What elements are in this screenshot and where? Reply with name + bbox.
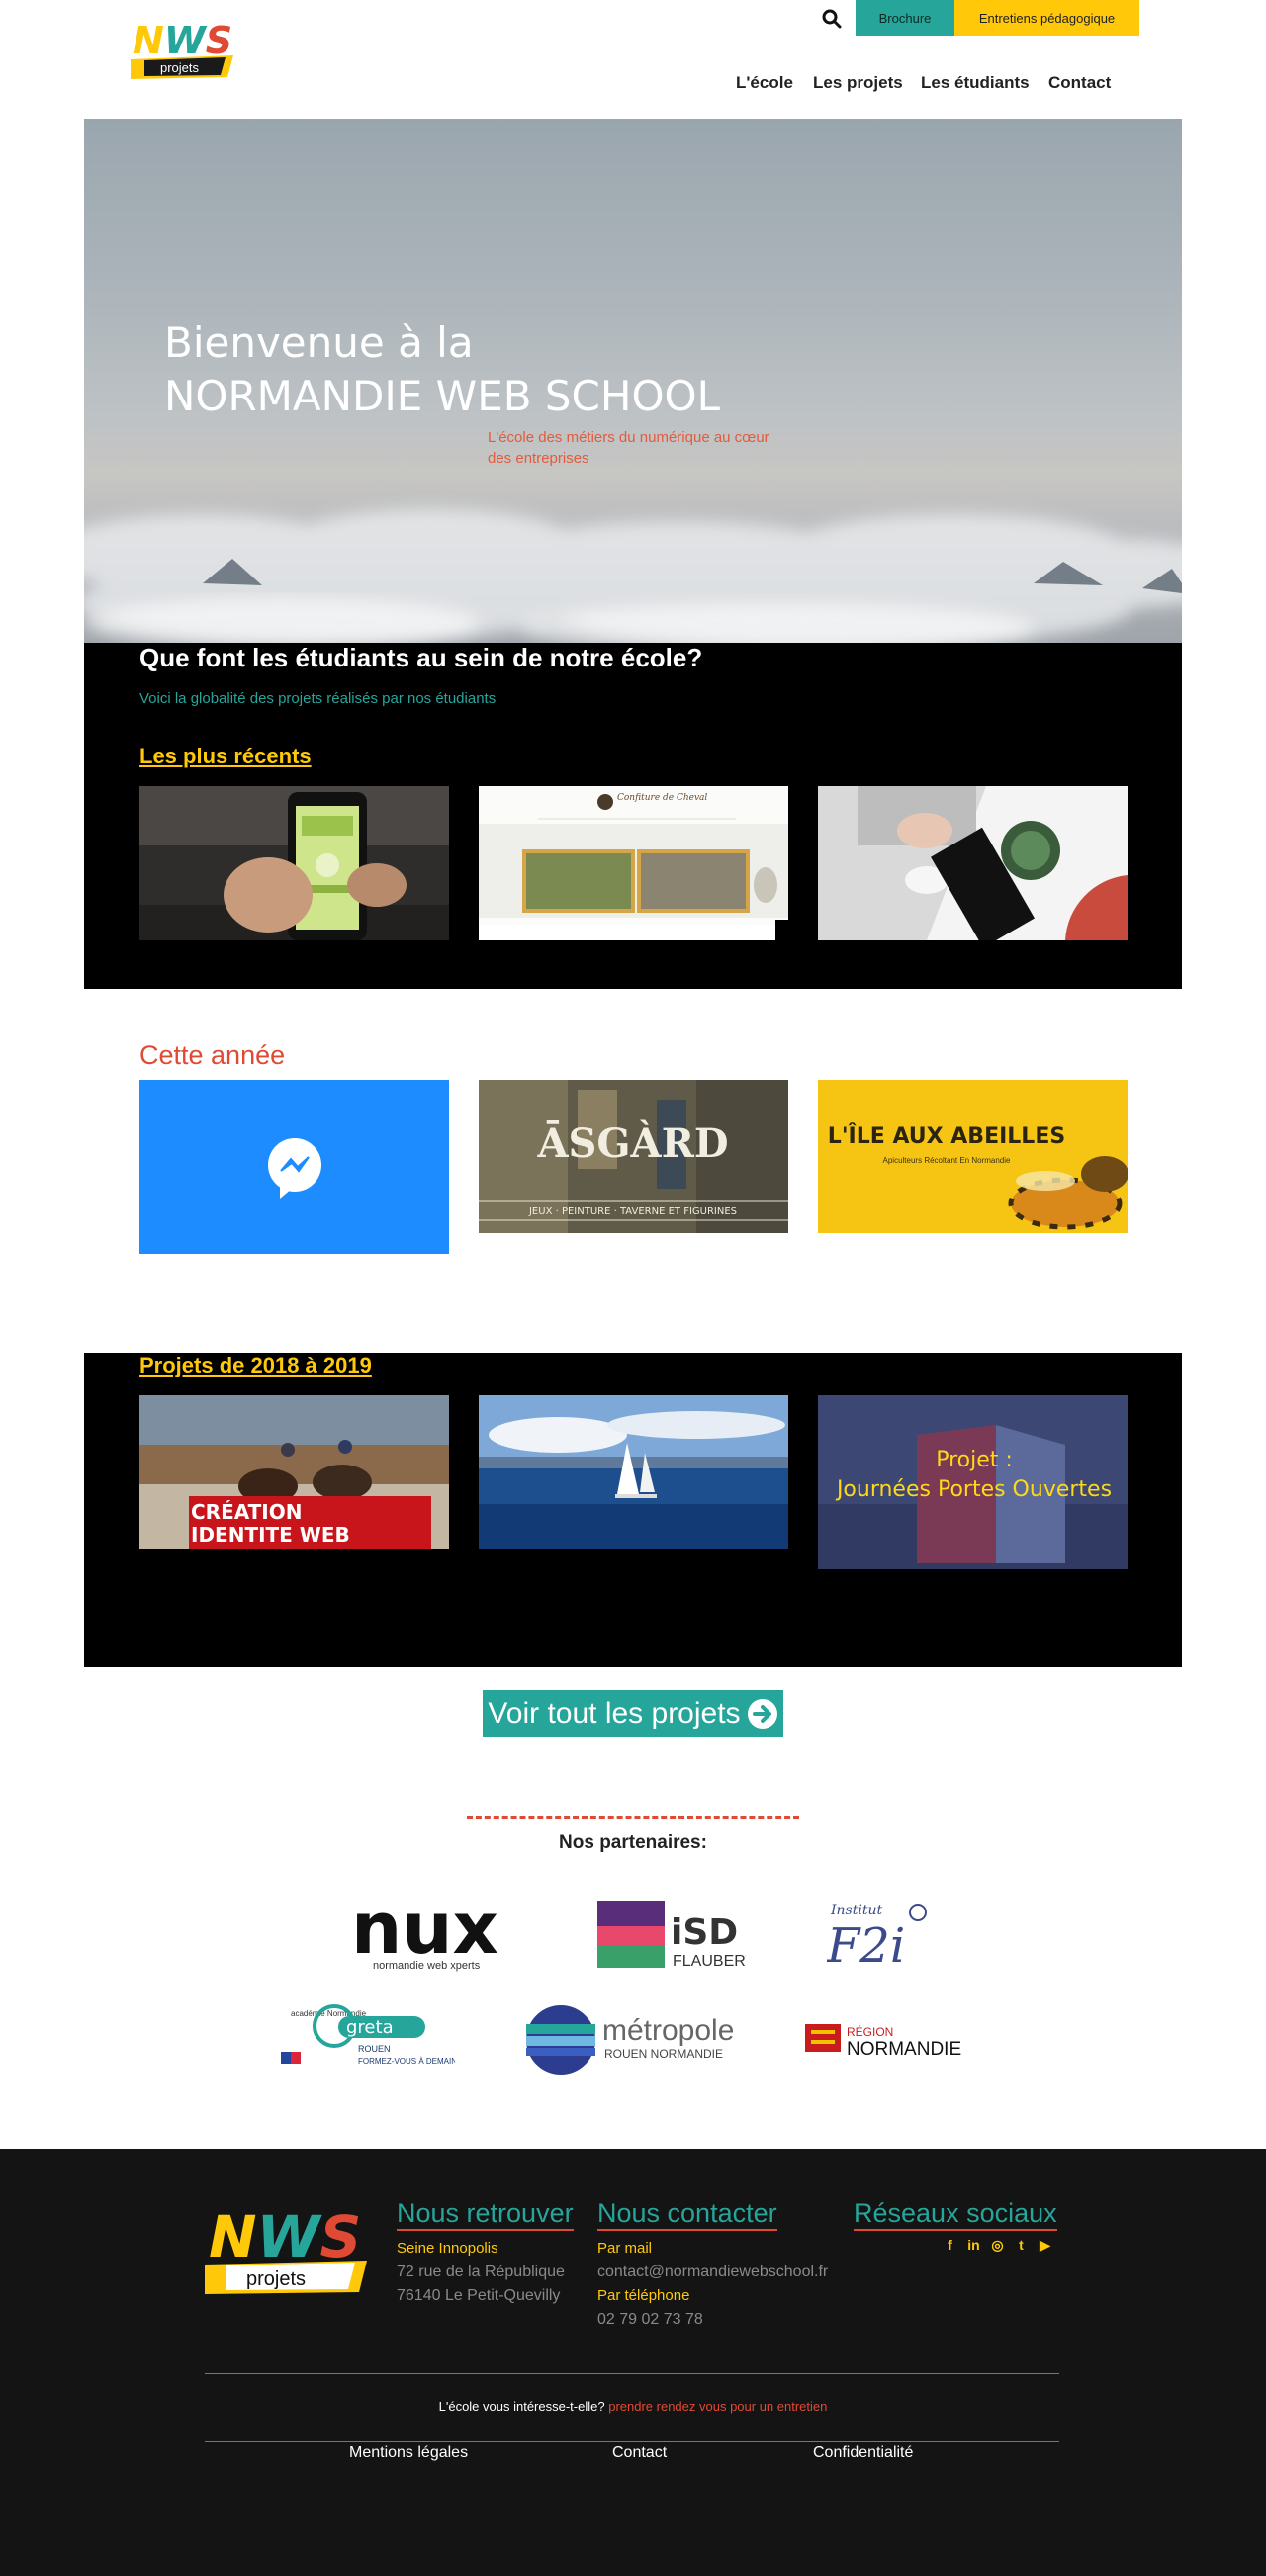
project-card-mobile-app[interactable] (139, 786, 449, 940)
this-year-title: Cette année (139, 1040, 286, 1070)
svg-text:NWS: NWS (133, 19, 232, 62)
dashed-divider (467, 1816, 799, 1819)
footer-phone-link[interactable]: 02 79 02 73 78 (597, 2311, 703, 2329)
isd-flaubert-logo[interactable]: iSD FLAUBERT (597, 1901, 746, 1972)
sailboat-photo (479, 1395, 788, 1549)
laptop-photo (818, 786, 1128, 940)
svg-text:normandie web xperts: normandie web xperts (373, 1960, 481, 1972)
search-icon[interactable] (821, 8, 843, 30)
svg-text:FLAUBERT: FLAUBERT (673, 1953, 746, 1970)
footer-address-2: 76140 Le Petit-Quevilly (397, 2287, 561, 2304)
svg-text:NORMANDIE: NORMANDIE (847, 2039, 961, 2060)
nux-logo[interactable]: nux normandie web xperts (351, 1896, 529, 1973)
all-projects-button[interactable]: Voir tout les projets (483, 1690, 783, 1737)
project-card-laptop[interactable] (818, 786, 1128, 940)
social-links: f in ◎ t ▶ (943, 2237, 1052, 2254)
svg-text:ĀSGÀRD: ĀSGÀRD (536, 1120, 728, 1167)
recent-title[interactable]: Les plus récents (139, 744, 312, 769)
footer-link-privacy[interactable]: Confidentialité (813, 2444, 913, 2462)
horse-photo: CRÉATION IDENTITE WEB (139, 1395, 449, 1549)
nav-projets[interactable]: Les projets (813, 73, 903, 93)
website-screenshot: Confiture de Cheval (479, 786, 788, 940)
project-card-confiture[interactable]: Confiture de Cheval (479, 786, 788, 940)
nav-etudiants[interactable]: Les étudiants (921, 73, 1030, 93)
footer-logo[interactable]: NWS projets (205, 2195, 377, 2294)
region-normandie-logo[interactable]: RÉGION NORMANDIE (805, 2020, 975, 2060)
project-card-messenger[interactable] (139, 1080, 449, 1254)
abeilles-banner: L'ÎLE AUX ABEILLES Apiculteurs Récoltant… (818, 1080, 1128, 1233)
svg-text:Journées Portes Ouvertes: Journées Portes Ouvertes (835, 1477, 1112, 1502)
hero-title: Bienvenue à la NORMANDIE WEB SCHOOL (164, 318, 720, 420)
nav-contact[interactable]: Contact (1048, 73, 1111, 93)
footer-divider-top (205, 2373, 1059, 2374)
svg-text:JEUX · PEINTURE · TAVERNE ET F: JEUX · PEINTURE · TAVERNE ET FIGURINES (528, 1206, 737, 1217)
site-header: NWS projets Brochure Entretiens pédagogi… (0, 0, 1266, 119)
partners-title: Nos partenaires: (559, 1832, 707, 1853)
archive-title[interactable]: Projets de 2018 à 2019 (139, 1353, 372, 1378)
footer-link-mentions[interactable]: Mentions légales (349, 2444, 468, 2462)
svg-text:projets: projets (246, 2268, 306, 2290)
project-card-abeilles[interactable]: L'ÎLE AUX ABEILLES Apiculteurs Récoltant… (818, 1080, 1128, 1233)
appointment-link[interactable]: prendre rendez vous pour un entretien (608, 2399, 827, 2414)
facebook-icon[interactable]: f (943, 2237, 957, 2253)
project-card-sailboat[interactable] (479, 1395, 788, 1549)
nws-logo[interactable]: NWS projets (131, 14, 241, 79)
project-card-asgard[interactable]: ĀSGÀRD JEUX · PEINTURE · TAVERNE ET FIGU… (479, 1080, 788, 1233)
arrow-right-icon (747, 1699, 777, 1729)
messenger-icon (139, 1080, 449, 1254)
svg-text:F2i: F2i (827, 1918, 905, 1970)
f2i-logo[interactable]: Institut F2i (827, 1901, 931, 1970)
project-card-jpo[interactable]: Projet : Journées Portes Ouvertes (818, 1395, 1128, 1569)
asgard-banner: ĀSGÀRD JEUX · PEINTURE · TAVERNE ET FIGU… (479, 1080, 788, 1233)
metropole-logo[interactable]: métropole ROUEN NORMANDIE (525, 2002, 733, 2077)
footer-link-contact[interactable]: Contact (612, 2444, 667, 2462)
svg-text:Confiture de Cheval: Confiture de Cheval (617, 793, 707, 803)
footer-find-name: Seine Innopolis (397, 2240, 498, 2257)
svg-text:métropole: métropole (602, 2014, 733, 2047)
twitter-icon[interactable]: t (1014, 2237, 1029, 2253)
footer-social-title: Réseaux sociaux (854, 2197, 1057, 2231)
hero-subtitle: L'école des métiers du numérique au cœur… (488, 429, 769, 467)
svg-text:Institut: Institut (830, 1903, 882, 1918)
svg-text:IDENTITE WEB: IDENTITE WEB (191, 1523, 350, 1547)
linkedin-icon[interactable]: in (966, 2237, 981, 2253)
svg-text:Projet :: Projet : (936, 1448, 1013, 1472)
main-nav: L'école Les projets Les étudiants Contac… (0, 73, 1266, 99)
entretiens-button[interactable]: Entretiens pédagogique (954, 0, 1139, 36)
phone-photo (139, 786, 449, 940)
hero-banner: Bienvenue à la NORMANDIE WEB SCHOOL L'éc… (84, 119, 1182, 643)
svg-text:NWS: NWS (209, 2203, 361, 2270)
footer-contact-title: Nous contacter (597, 2197, 777, 2231)
svg-text:RÉGION: RÉGION (847, 2024, 893, 2039)
footer-interest: L'école vous intéresse-t-elle? prendre r… (438, 2399, 828, 2414)
svg-text:CRÉATION: CRÉATION (191, 1500, 303, 1524)
footer-find-title: Nous retrouver (397, 2197, 574, 2231)
svg-text:iSD: iSD (671, 1912, 738, 1953)
svg-text:greta: greta (346, 2017, 394, 2038)
youtube-icon[interactable]: ▶ (1038, 2237, 1052, 2253)
footer-mail-label: Par mail (597, 2240, 653, 2257)
all-projects-label: Voir tout les projets (488, 1697, 741, 1730)
svg-text:nux: nux (351, 1896, 498, 1970)
svg-text:L'ÎLE AUX ABEILLES: L'ÎLE AUX ABEILLES (828, 1123, 1065, 1149)
instagram-icon[interactable]: ◎ (990, 2237, 1005, 2253)
footer-mail-link[interactable]: contact@normandiewebschool.fr (597, 2264, 828, 2281)
svg-text:ROUEN: ROUEN (358, 2044, 391, 2054)
intro-title: Que font les étudiants au sein de notre … (139, 643, 703, 672)
footer-divider-bottom (205, 2441, 1059, 2442)
svg-text:FORMEZ-VOUS À DEMAIN: FORMEZ-VOUS À DEMAIN (358, 2057, 455, 2066)
footer-phone-label: Par téléphone (597, 2287, 690, 2304)
svg-text:Apiculteurs Récoltant En Norma: Apiculteurs Récoltant En Normandie (883, 1156, 1012, 1165)
intro-subtitle: Voici la globalité des projets réalisés … (139, 690, 497, 707)
jpo-banner: Projet : Journées Portes Ouvertes (818, 1395, 1128, 1569)
greta-logo[interactable]: académie Normandie greta ROUEN FORMEZ-VO… (277, 2002, 455, 2077)
project-card-horse[interactable]: CRÉATION IDENTITE WEB (139, 1395, 449, 1549)
svg-text:ROUEN NORMANDIE: ROUEN NORMANDIE (604, 2047, 723, 2061)
brochure-button[interactable]: Brochure (856, 0, 954, 36)
footer-address-1: 72 rue de la République (397, 2264, 565, 2280)
nav-ecole[interactable]: L'école (736, 73, 793, 93)
